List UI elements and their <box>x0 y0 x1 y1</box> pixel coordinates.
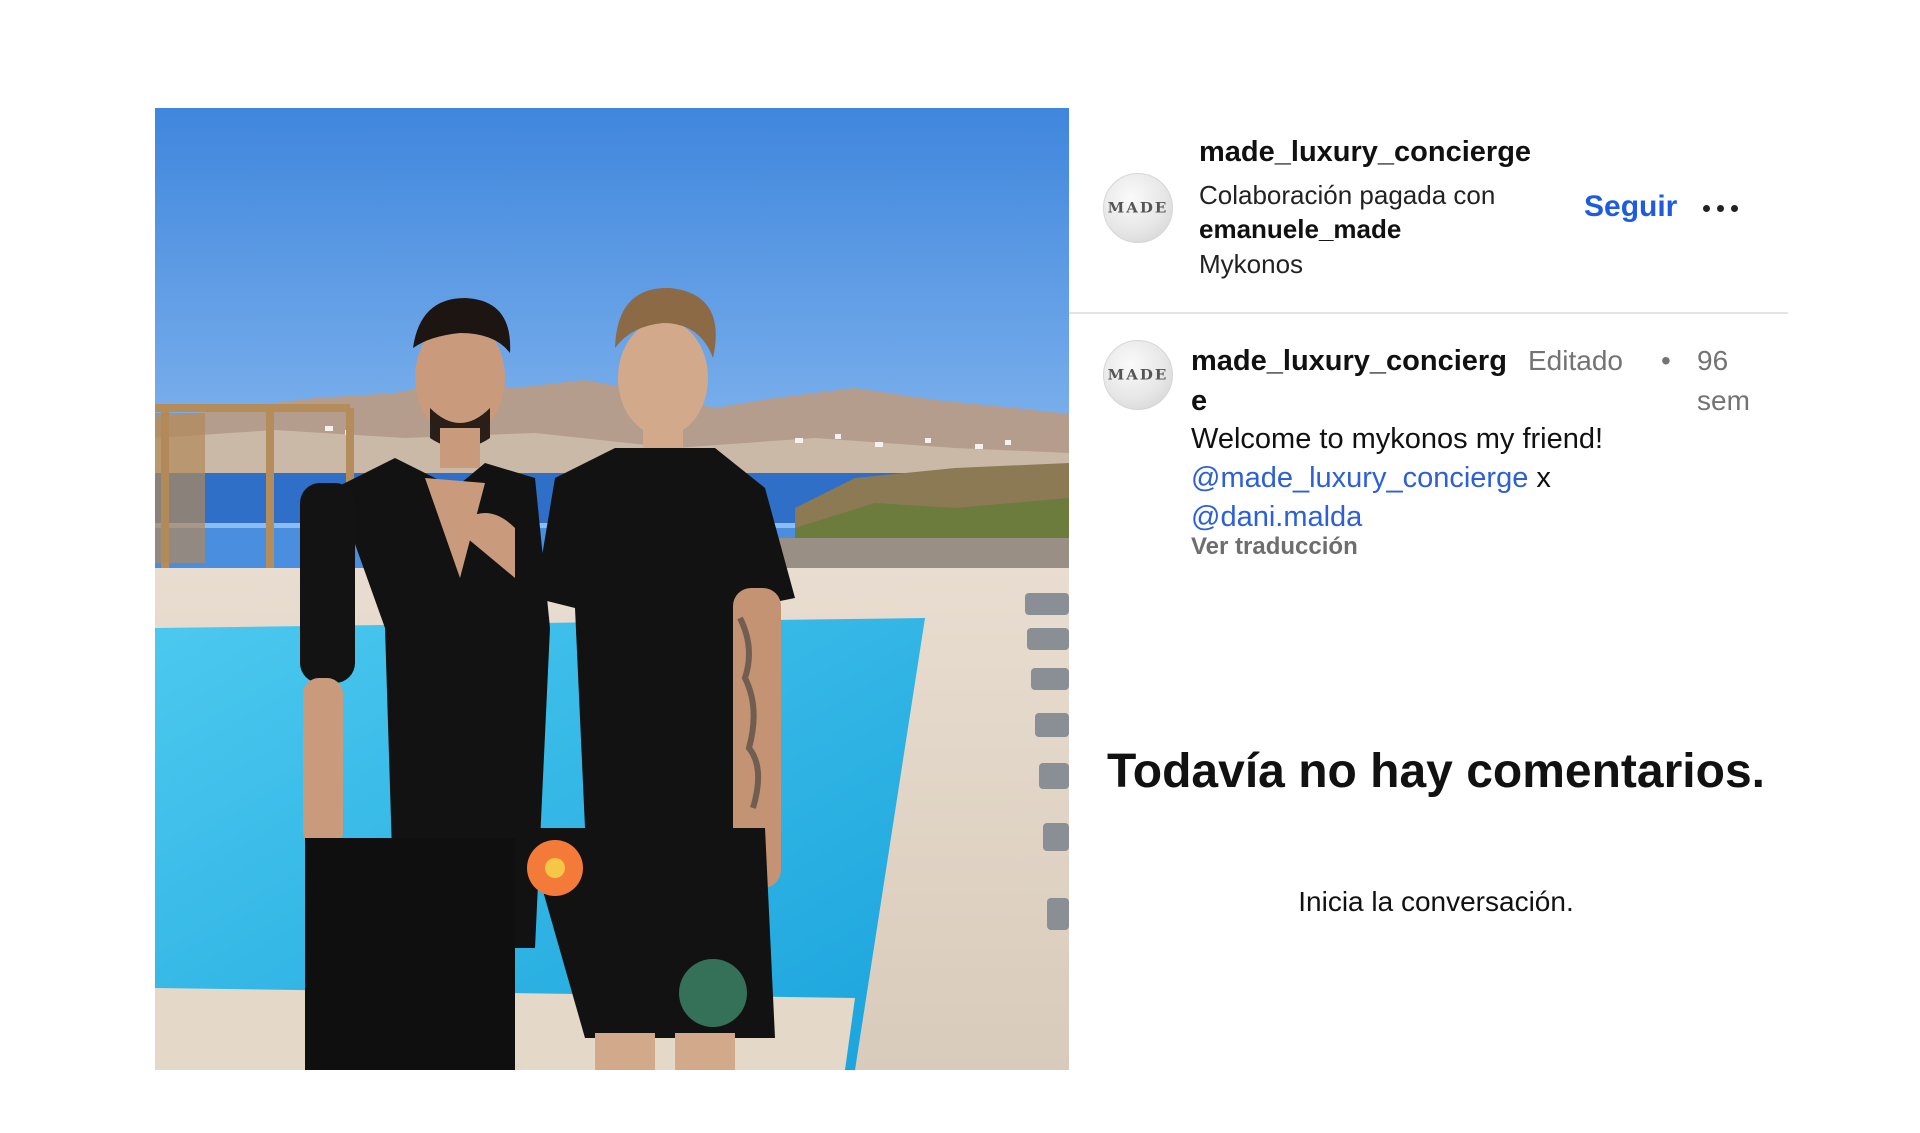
more-dot <box>1703 204 1710 212</box>
paid-partnership-label: Colaboración pagada con <box>1199 180 1496 210</box>
no-comments-title: Todavía no hay comentarios. <box>1107 745 1765 798</box>
avatar-logo-text: MADE <box>1107 366 1169 384</box>
mention-link[interactable]: @made_luxury_concierge <box>1191 462 1528 494</box>
caption-body: Welcome to mykonos my friend! <box>1191 423 1604 455</box>
account-avatar[interactable]: MADE <box>1103 173 1173 243</box>
see-translation-button[interactable]: Ver traducción <box>1191 533 1358 561</box>
mention-link[interactable]: @dani.malda <box>1191 501 1362 533</box>
edited-label: Editado <box>1528 345 1623 376</box>
follow-button[interactable]: Seguir <box>1584 190 1677 224</box>
post-container: MADE made_luxury_concierge Colaboración … <box>155 108 1788 1070</box>
more-dot <box>1731 204 1738 212</box>
location-link[interactable]: Mykonos <box>1199 249 1303 280</box>
post-side-panel: MADE made_luxury_concierge Colaboración … <box>1069 108 1788 1070</box>
caption-username[interactable]: made_luxury_concierge <box>1191 341 1521 421</box>
meta-separator: • <box>1661 345 1671 376</box>
partner-username[interactable]: emanuele_made <box>1199 214 1401 245</box>
header-username[interactable]: made_luxury_concierge <box>1199 136 1531 169</box>
post-photo-illustration <box>155 108 1069 1070</box>
caption-text: Welcome to mykonos my friend! @made_luxu… <box>1191 420 1751 537</box>
caption-joiner: x <box>1536 462 1551 494</box>
caption-avatar[interactable]: MADE <box>1103 340 1173 410</box>
no-comments-subtitle: Inicia la conversación. <box>1298 886 1574 917</box>
more-dot <box>1717 204 1724 212</box>
post-age[interactable]: 96 sem <box>1697 341 1767 421</box>
post-image[interactable] <box>155 108 1069 1070</box>
more-options-icon[interactable] <box>1703 198 1743 218</box>
avatar-logo-text: MADE <box>1107 199 1169 217</box>
post-header: MADE made_luxury_concierge Colaboración … <box>1069 108 1788 314</box>
